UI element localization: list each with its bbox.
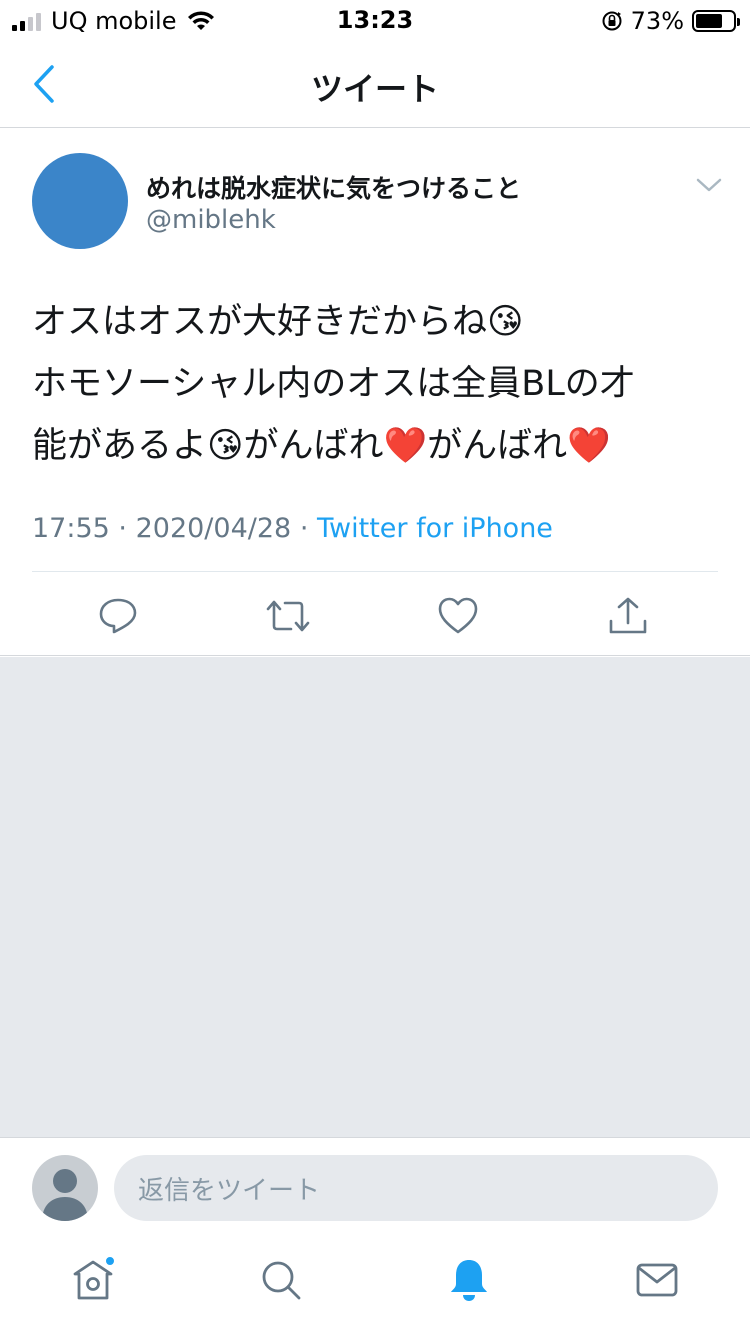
share-button[interactable] (603, 591, 653, 641)
meta-separator: · (118, 513, 127, 544)
status-bar: UQ mobile 13:23 73% (0, 0, 750, 40)
tab-notifications[interactable] (444, 1255, 494, 1305)
tab-search[interactable] (256, 1255, 306, 1305)
retweet-icon (266, 600, 310, 632)
tweet-text-line: ホモソーシャル内のオスは全員BLの才 (32, 364, 635, 404)
tweet-source-link[interactable]: Twitter for iPhone (317, 513, 553, 544)
reply-input[interactable]: 返信をツイート (114, 1155, 718, 1221)
tweet-text-line: 能があるよ😘がんばれ❤️がんばれ❤️ (32, 426, 611, 466)
replies-area (0, 657, 750, 1137)
default-avatar-icon (42, 1169, 88, 1221)
messages-icon (636, 1263, 678, 1297)
notifications-icon (451, 1260, 487, 1301)
tweet-actions (0, 591, 750, 641)
tweet-text-line: オスはオスが大好きだからね😘 (32, 302, 524, 342)
tab-messages[interactable] (632, 1255, 682, 1305)
page-title: ツイート (310, 70, 439, 108)
author-handle[interactable]: @miblehk (146, 205, 276, 235)
author-avatar[interactable] (32, 153, 128, 249)
like-icon (438, 597, 478, 634)
orientation-lock-icon (602, 11, 622, 31)
share-icon (609, 597, 647, 634)
battery-fill (696, 14, 723, 28)
avatar (32, 1155, 98, 1221)
like-button[interactable] (433, 591, 483, 641)
reply-icon (99, 598, 137, 634)
status-right: 73% (601, 6, 740, 36)
reply-bar: 返信をツイート (0, 1137, 750, 1237)
tweet-time: 17:55 (32, 513, 110, 544)
chevron-down-icon[interactable] (694, 173, 724, 197)
author-name[interactable]: めれは脱水症状に気をつけること (146, 169, 521, 205)
tweet-text: オスはオスが大好きだからね😘 ホモソーシャル内のオスは全員BLの才 能があるよ😘… (32, 291, 722, 477)
battery-icon (692, 10, 740, 32)
tweet-date: 2020/04/28 (135, 513, 292, 544)
meta-separator: · (299, 513, 309, 544)
retweet-button[interactable] (263, 591, 313, 641)
notification-dot (104, 1255, 116, 1267)
tweet-detail: めれは脱水症状に気をつけること @miblehk オスはオスが大好きだからね😘 … (0, 129, 750, 656)
tweet-meta: 17:55 · 2020/04/28 · Twitter for iPhone (32, 513, 553, 544)
divider (32, 571, 718, 572)
battery-percent: 73% (630, 7, 684, 35)
navigation-bar: ツイート (0, 40, 750, 128)
search-icon (262, 1261, 301, 1300)
reply-button[interactable] (93, 591, 143, 641)
tab-bar (0, 1237, 750, 1334)
